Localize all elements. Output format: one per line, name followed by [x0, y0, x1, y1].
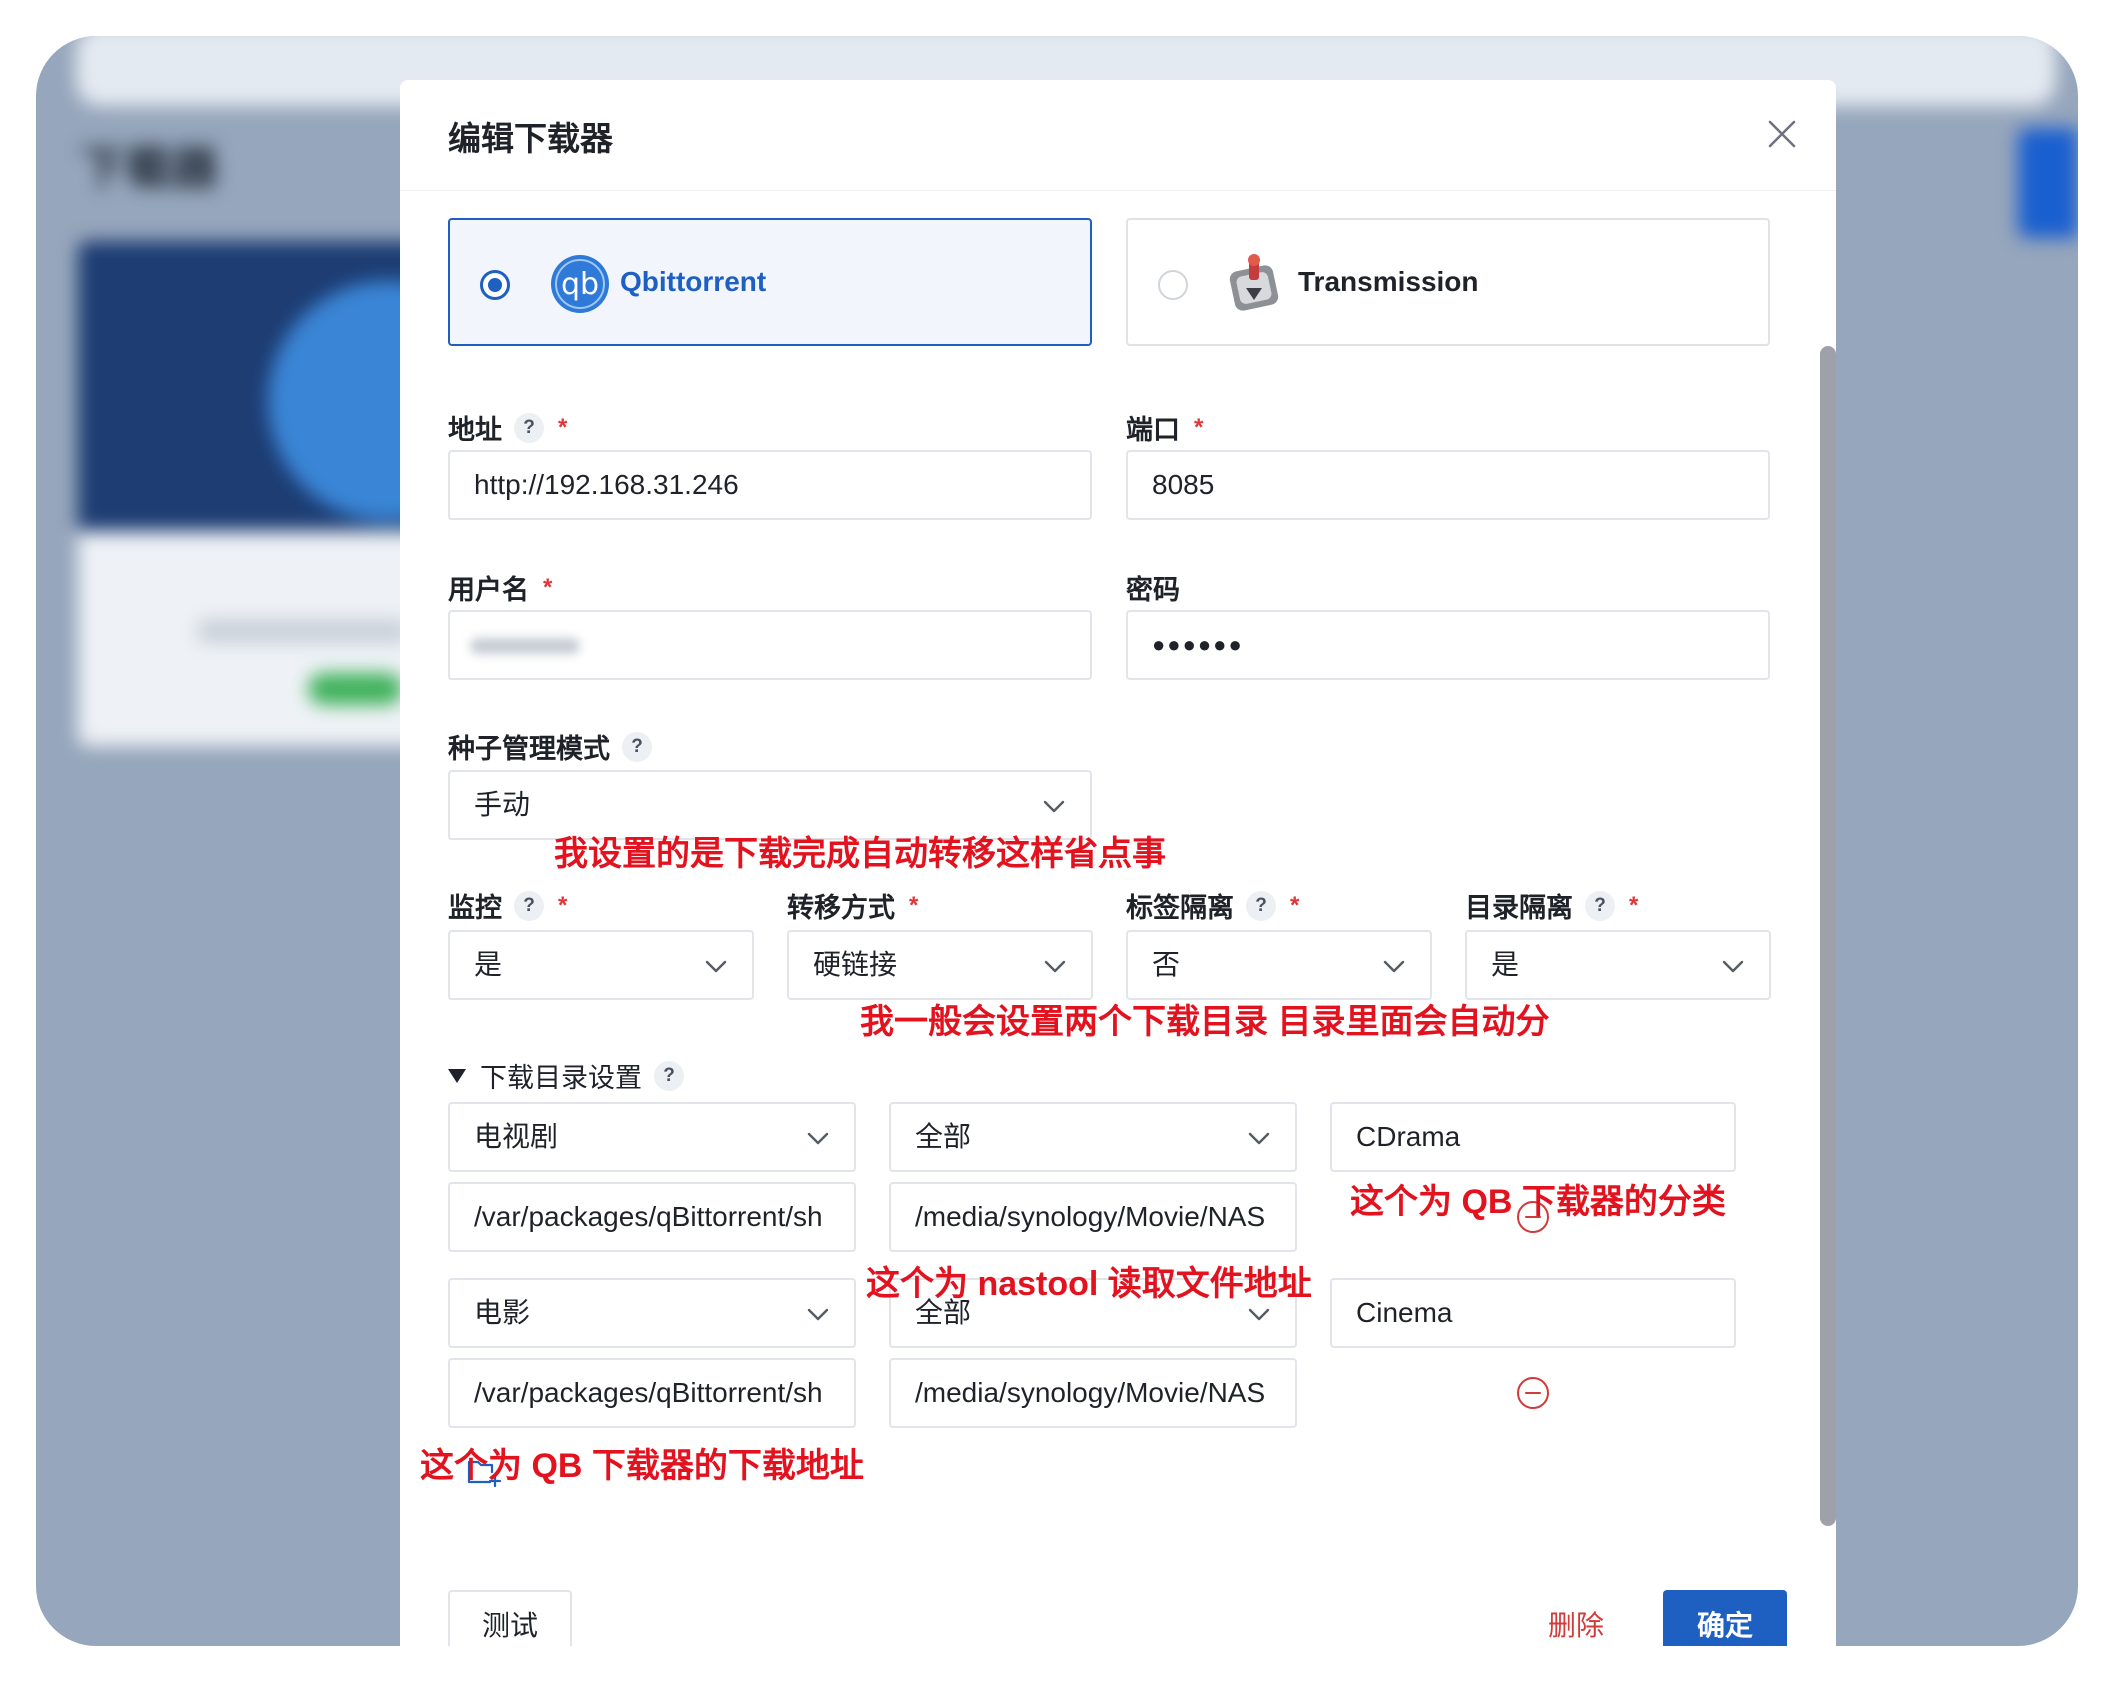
dir-media-path-input[interactable]: /media/synology/Movie/NAS	[889, 1182, 1297, 1252]
svg-text:qb: qb	[561, 267, 599, 302]
required-mark: *	[1194, 413, 1204, 441]
dir-category-input[interactable]: Cinema	[1330, 1278, 1736, 1348]
annotation-qb-download-path: 这个为 QB 下载器的下载地址	[420, 1447, 864, 1485]
edit-downloader-dialog: 编辑下载器 类型 qb Qbittorrent	[400, 80, 1836, 1646]
username-input[interactable]	[448, 610, 1092, 680]
annotation-two-download-dirs: 我一般会设置两个下载目录 目录里面会自动分	[860, 1003, 1550, 1041]
radio-transmission[interactable]	[1158, 270, 1188, 300]
test-button[interactable]: 测试	[448, 1590, 572, 1646]
username-field-label: 用户名 *	[448, 573, 553, 606]
chevron-down-icon	[807, 1308, 829, 1321]
port-field-label: 端口 *	[1126, 413, 1204, 446]
monitor-select[interactable]: 是	[448, 930, 754, 1000]
dir-type-select[interactable]: 电视剧	[448, 1102, 856, 1172]
dir-isolation-field-label: 目录隔离 ? *	[1465, 890, 1639, 923]
chevron-down-icon	[807, 1132, 829, 1145]
monitor-help-icon[interactable]: ?	[514, 890, 544, 921]
app-window: 下载器 编辑下载器 类型 qb	[36, 36, 2078, 1646]
chevron-down-icon	[1722, 960, 1744, 973]
chevron-down-icon	[1248, 1308, 1270, 1321]
background-add-button	[2018, 128, 2078, 238]
tag-isolation-help-icon[interactable]: ?	[1246, 890, 1276, 921]
type-label-qbittorrent: Qbittorrent	[620, 266, 767, 297]
chevron-down-icon	[1044, 960, 1066, 973]
type-label-transmission: Transmission	[1298, 266, 1479, 297]
annotation-nastool-path: 这个为 nastool 读取文件地址	[866, 1265, 1312, 1303]
type-option-transmission[interactable]: Transmission	[1126, 218, 1770, 346]
redacted-username	[470, 638, 580, 654]
dialog-header: 编辑下载器	[400, 80, 1836, 191]
password-input[interactable]: ●●●●●●	[1126, 610, 1770, 680]
mode-field-label: 种子管理模式 ?	[448, 727, 652, 766]
confirm-button[interactable]: 确定	[1663, 1590, 1787, 1646]
dir-download-path-input[interactable]: /var/packages/qBittorrent/sh	[448, 1182, 856, 1252]
tag-isolation-field-label: 标签隔离 ? *	[1126, 890, 1300, 923]
background-page-title: 下载器	[80, 142, 218, 194]
dir-download-path-input[interactable]: /var/packages/qBittorrent/sh	[448, 1358, 856, 1428]
close-icon[interactable]	[1764, 116, 1800, 152]
host-help-icon[interactable]: ?	[514, 412, 544, 443]
dir-category-input[interactable]: CDrama	[1330, 1102, 1736, 1172]
delete-button[interactable]: 删除	[1546, 1590, 1606, 1646]
host-input[interactable]: http://192.168.31.246	[448, 450, 1092, 520]
download-dir-settings-toggle[interactable]: 下载目录设置 ?	[448, 1056, 684, 1095]
required-mark: *	[1290, 891, 1300, 919]
transmission-logo-icon	[1229, 254, 1279, 311]
required-mark: *	[1629, 891, 1639, 919]
port-input[interactable]: 8085	[1126, 450, 1770, 520]
chevron-down-icon	[1383, 960, 1405, 973]
dialog-footer: 测试 删除 确定	[400, 1580, 1836, 1646]
type-option-qbittorrent[interactable]: qb Qbittorrent	[448, 218, 1092, 346]
chevron-down-icon	[1043, 800, 1065, 813]
required-mark: *	[558, 891, 568, 919]
transfer-field-label: 转移方式 *	[787, 891, 919, 924]
qbittorrent-logo-icon: qb	[551, 255, 609, 313]
background-status-badge	[308, 673, 403, 705]
dialog-title: 编辑下载器	[448, 120, 613, 157]
annotation-qb-category: 这个为 QB 下载器的分类	[1350, 1183, 1726, 1221]
tag-isolation-select[interactable]: 否	[1126, 930, 1432, 1000]
transfer-method-select[interactable]: 硬链接	[787, 930, 1093, 1000]
caret-down-icon	[448, 1068, 466, 1083]
radio-qbittorrent[interactable]	[480, 270, 510, 300]
password-field-label: 密码	[1126, 575, 1180, 605]
host-field-label: 地址 ? *	[448, 412, 568, 445]
required-mark: *	[558, 413, 568, 441]
remove-dir-icon[interactable]	[1516, 1376, 1550, 1410]
monitor-field-label: 监控 ? *	[448, 890, 568, 923]
dir-isolation-select[interactable]: 是	[1465, 930, 1771, 1000]
dialog-scrollbar[interactable]	[1820, 346, 1836, 1526]
chevron-down-icon	[705, 960, 727, 973]
dialog-body: 类型 qb Qbittorrent Tr	[400, 162, 1836, 1600]
dir-isolation-help-icon[interactable]: ?	[1585, 890, 1615, 921]
required-mark: *	[909, 891, 919, 919]
chevron-down-icon	[1248, 1132, 1270, 1145]
required-mark: *	[543, 573, 553, 601]
dir-type-select[interactable]: 电影	[448, 1278, 856, 1348]
annotation-auto-transfer: 我设置的是下载完成自动转移这样省点事	[554, 835, 1166, 873]
dir-media-path-input[interactable]: /media/synology/Movie/NAS	[889, 1358, 1297, 1428]
mode-help-icon[interactable]: ?	[622, 731, 652, 762]
download-dir-help-icon[interactable]: ?	[654, 1060, 684, 1091]
dir-scope-select[interactable]: 全部	[889, 1102, 1297, 1172]
